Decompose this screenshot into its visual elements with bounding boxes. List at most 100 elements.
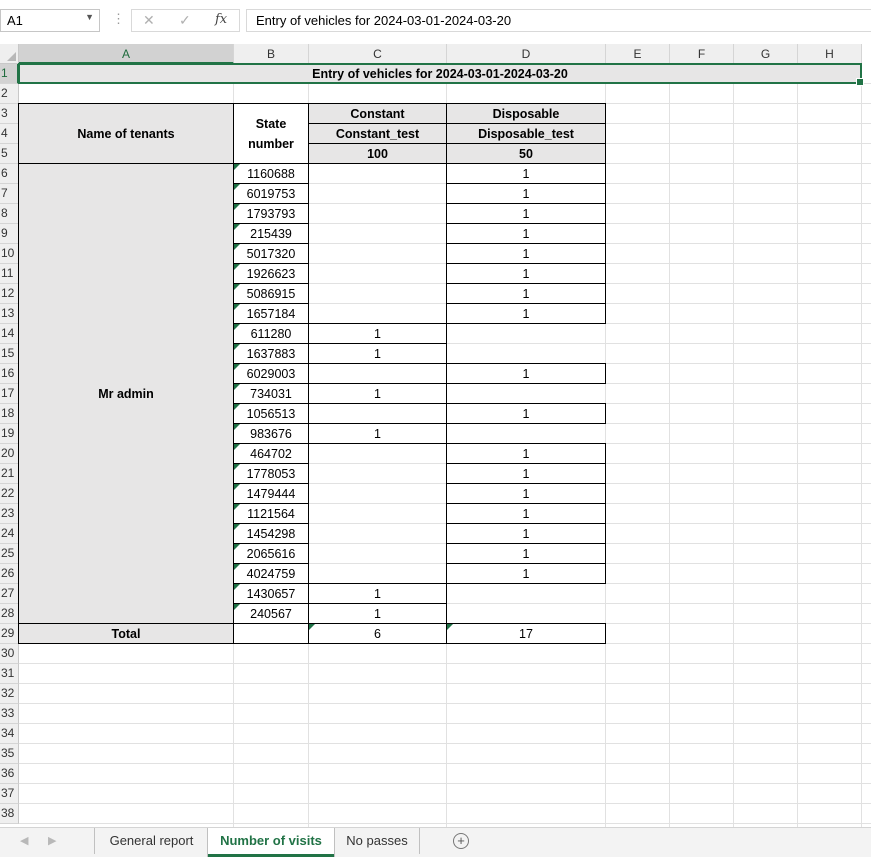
- state-number-cell[interactable]: 5017320: [233, 243, 309, 264]
- function-icon[interactable]: fx: [215, 12, 227, 27]
- header-state-number[interactable]: State number: [233, 103, 309, 164]
- row-header[interactable]: 34: [0, 724, 19, 744]
- total-empty-cell[interactable]: [233, 623, 309, 644]
- row-header[interactable]: 35: [0, 744, 19, 764]
- state-number-cell[interactable]: 983676: [233, 423, 309, 444]
- disposable-value-cell[interactable]: 1: [446, 543, 606, 564]
- state-number-cell[interactable]: 6019753: [233, 183, 309, 204]
- row-header[interactable]: 37: [0, 784, 19, 804]
- row-header[interactable]: 32: [0, 684, 19, 704]
- row-header[interactable]: 36: [0, 764, 19, 784]
- row-header[interactable]: 31: [0, 664, 19, 684]
- row-header[interactable]: 33: [0, 704, 19, 724]
- row-header[interactable]: 18: [0, 404, 19, 424]
- row-header[interactable]: 16: [0, 364, 19, 384]
- row-header[interactable]: 25: [0, 544, 19, 564]
- disposable-value-cell[interactable]: 1: [446, 503, 606, 524]
- disposable-value-cell[interactable]: 1: [446, 403, 606, 424]
- disposable-value-cell[interactable]: 1: [446, 303, 606, 324]
- disposable-value-cell[interactable]: 1: [446, 463, 606, 484]
- column-header-d[interactable]: D: [447, 44, 606, 64]
- disposable-value-cell[interactable]: 1: [446, 283, 606, 304]
- state-number-cell[interactable]: 1160688: [233, 163, 309, 184]
- tab-number-of-visits[interactable]: Number of visits: [208, 828, 334, 857]
- header-constant-price[interactable]: 100: [308, 143, 447, 164]
- row-header[interactable]: 12: [0, 284, 19, 304]
- tenant-name-cell[interactable]: Mr admin: [18, 163, 234, 624]
- name-box[interactable]: A1 ▼: [0, 9, 100, 32]
- constant-value-cell[interactable]: 1: [308, 603, 447, 624]
- state-number-cell[interactable]: 1454298: [233, 523, 309, 544]
- row-header[interactable]: 5: [0, 144, 19, 164]
- total-constant-cell[interactable]: 6: [308, 623, 447, 644]
- row-header[interactable]: 23: [0, 504, 19, 524]
- row-header[interactable]: 21: [0, 464, 19, 484]
- cancel-icon[interactable]: ✕: [143, 12, 155, 29]
- row-header[interactable]: 38: [0, 804, 19, 824]
- state-number-cell[interactable]: 2065616: [233, 543, 309, 564]
- disposable-value-cell[interactable]: 1: [446, 263, 606, 284]
- disposable-value-cell[interactable]: 1: [446, 223, 606, 244]
- report-title-cell[interactable]: Entry of vehicles for 2024-03-01-2024-03…: [18, 63, 864, 86]
- header-disposable[interactable]: Disposable: [446, 103, 606, 124]
- column-header-g[interactable]: G: [734, 44, 798, 64]
- row-header[interactable]: 1: [0, 64, 19, 84]
- disposable-value-cell[interactable]: 1: [446, 183, 606, 204]
- constant-value-cell[interactable]: 1: [308, 323, 447, 344]
- state-number-cell[interactable]: 1637883: [233, 343, 309, 364]
- header-disposable-test[interactable]: Disposable_test: [446, 123, 606, 144]
- check-icon[interactable]: ✓: [179, 12, 191, 29]
- column-header-a[interactable]: A: [19, 44, 234, 64]
- row-header[interactable]: 28: [0, 604, 19, 624]
- row-header[interactable]: 17: [0, 384, 19, 404]
- tab-general-report[interactable]: General report: [94, 828, 208, 854]
- state-number-cell[interactable]: 240567: [233, 603, 309, 624]
- state-number-cell[interactable]: 1926623: [233, 263, 309, 284]
- total-label-cell[interactable]: Total: [18, 623, 234, 644]
- row-header[interactable]: 19: [0, 424, 19, 444]
- state-number-cell[interactable]: 1121564: [233, 503, 309, 524]
- disposable-value-cell[interactable]: 1: [446, 523, 606, 544]
- row-header[interactable]: 7: [0, 184, 19, 204]
- row-header[interactable]: 11: [0, 264, 19, 284]
- disposable-value-cell[interactable]: 1: [446, 203, 606, 224]
- total-disposable-cell[interactable]: 17: [446, 623, 606, 644]
- header-constant[interactable]: Constant: [308, 103, 447, 124]
- column-header-h[interactable]: H: [798, 44, 862, 64]
- state-number-cell[interactable]: 1778053: [233, 463, 309, 484]
- disposable-value-cell[interactable]: 1: [446, 363, 606, 384]
- row-header[interactable]: 15: [0, 344, 19, 364]
- row-header[interactable]: 3: [0, 104, 19, 124]
- row-header[interactable]: 26: [0, 564, 19, 584]
- state-number-cell[interactable]: 1479444: [233, 483, 309, 504]
- select-all-corner[interactable]: [0, 44, 19, 64]
- column-header-c[interactable]: C: [309, 44, 447, 64]
- row-header[interactable]: 27: [0, 584, 19, 604]
- constant-value-cell[interactable]: 1: [308, 343, 447, 364]
- row-header[interactable]: 8: [0, 204, 19, 224]
- chevron-down-icon[interactable]: ▼: [85, 12, 94, 22]
- state-number-cell[interactable]: 1056513: [233, 403, 309, 424]
- formula-input[interactable]: Entry of vehicles for 2024-03-01-2024-03…: [246, 9, 871, 32]
- state-number-cell[interactable]: 6029003: [233, 363, 309, 384]
- chevron-left-icon[interactable]: ◀: [20, 834, 28, 847]
- row-header[interactable]: 30: [0, 644, 19, 664]
- chevron-right-icon[interactable]: ▶: [48, 834, 56, 847]
- state-number-cell[interactable]: 1657184: [233, 303, 309, 324]
- row-header[interactable]: 20: [0, 444, 19, 464]
- state-number-cell[interactable]: 215439: [233, 223, 309, 244]
- row-header[interactable]: 13: [0, 304, 19, 324]
- header-name-of-tenants[interactable]: Name of tenants: [18, 103, 234, 164]
- row-header[interactable]: 9: [0, 224, 19, 244]
- state-number-cell[interactable]: 1430657: [233, 583, 309, 604]
- state-number-cell[interactable]: 1793793: [233, 203, 309, 224]
- row-header[interactable]: 29: [0, 624, 19, 644]
- state-number-cell[interactable]: 5086915: [233, 283, 309, 304]
- constant-value-cell[interactable]: 1: [308, 583, 447, 604]
- tab-no-passes[interactable]: No passes: [335, 828, 420, 854]
- constant-value-cell[interactable]: 1: [308, 383, 447, 404]
- column-header-b[interactable]: B: [234, 44, 309, 64]
- state-number-cell[interactable]: 611280: [233, 323, 309, 344]
- spreadsheet-grid[interactable]: A B C D E F G H 1 2 3 4 5 6 7 8 9 10 11 12 13 14 15 16 17 18 19 20 2…: [0, 44, 871, 827]
- state-number-cell[interactable]: 464702: [233, 443, 309, 464]
